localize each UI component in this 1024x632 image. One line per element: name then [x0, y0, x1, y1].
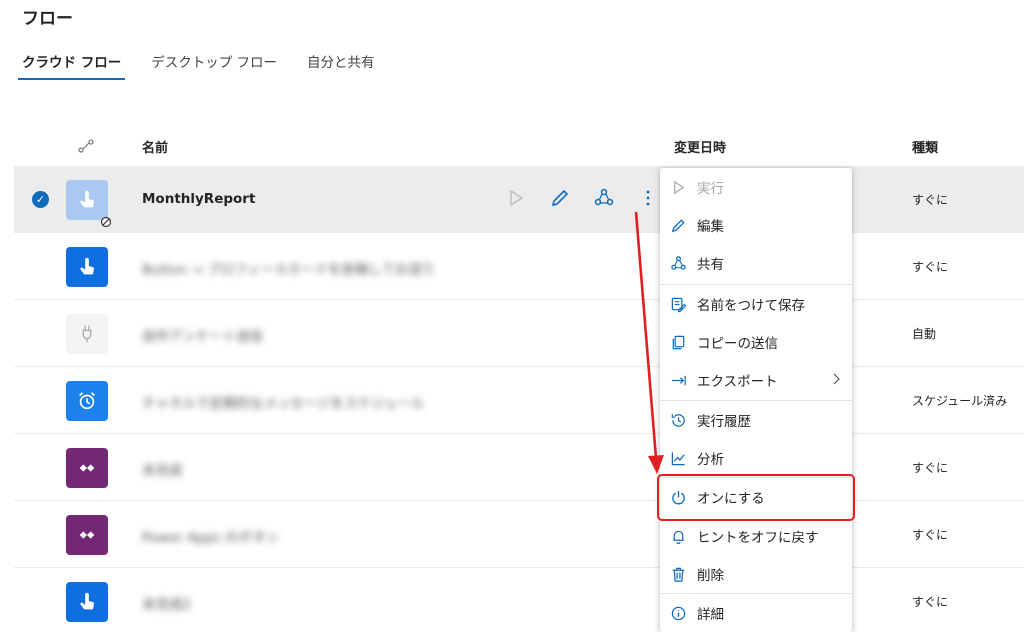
row-checkbox[interactable]: ✓ — [32, 191, 49, 208]
pencil-icon — [669, 216, 687, 234]
disabled-icon — [100, 213, 112, 228]
table-row[interactable]: 自作アンケート送信 自動 — [14, 300, 1024, 367]
column-header-name[interactable]: 名前 — [142, 137, 168, 156]
chevron-right-icon — [830, 372, 842, 386]
pencil-icon[interactable] — [548, 186, 572, 210]
table-row[interactable]: 未完成 すぐに — [14, 434, 1024, 501]
flow-type: すぐに — [912, 461, 949, 475]
history-icon — [669, 411, 687, 429]
table-row[interactable]: Button → プロフィールカードを投稿してお送り すぐに — [14, 233, 1024, 300]
flow-name[interactable]: チャネルで定期的なメッセージをスケジュール — [142, 392, 424, 412]
row-actions — [504, 186, 660, 210]
bell-icon — [669, 527, 687, 545]
flow-name[interactable]: 未完成 — [142, 459, 183, 479]
menu-item-analytics[interactable]: 分析 — [660, 439, 852, 477]
highlight-box — [657, 474, 855, 521]
flow-name[interactable]: MonthlyReport — [142, 191, 255, 207]
menu-item-share[interactable]: 共有 — [660, 244, 852, 282]
menu-item-send-copy[interactable]: コピーの送信 — [660, 323, 852, 361]
table-header: 名前 変更日時 種類 — [14, 128, 1024, 166]
table-row[interactable]: 未完成2 すぐに — [14, 568, 1024, 632]
flow-name[interactable]: Power Apps のボタン — [142, 526, 279, 546]
menu-item-save-as[interactable]: 名前をつけて保存 — [660, 285, 852, 323]
power-apps-icon — [66, 448, 108, 488]
export-icon — [669, 371, 687, 389]
flow-type: すぐに — [912, 260, 949, 274]
share-icon[interactable] — [592, 186, 616, 210]
flows-table: 名前 変更日時 種類 ✓ MonthlyReport すぐに Button → … — [14, 128, 1024, 632]
flow-name[interactable]: 自作アンケート送信 — [142, 325, 263, 345]
power-apps-icon — [66, 515, 108, 555]
tab-bar: クラウド フロー デスクトップ フロー 自分と共有 — [18, 52, 401, 84]
save-as-icon — [669, 295, 687, 313]
plug-icon — [66, 314, 108, 354]
play-icon — [669, 178, 687, 196]
menu-item-details[interactable]: 詳細 — [660, 594, 852, 632]
column-header-type[interactable]: 種類 — [912, 137, 938, 156]
flow-type: すぐに — [912, 193, 949, 207]
info-icon — [669, 604, 687, 622]
tab-cloud-flows[interactable]: クラウド フロー — [18, 52, 126, 80]
menu-item-run[interactable]: 実行 — [660, 168, 852, 206]
share-icon — [669, 254, 687, 272]
page-title: フロー — [22, 9, 73, 29]
table-row[interactable]: Power Apps のボタン すぐに — [14, 501, 1024, 568]
flow-type: スケジュール済み — [912, 394, 1008, 408]
copy-icon — [669, 333, 687, 351]
menu-item-run-history[interactable]: 実行履歴 — [660, 401, 852, 439]
menu-item-reset-hints[interactable]: ヒントをオフに戻す — [660, 517, 852, 555]
menu-item-export[interactable]: エクスポート — [660, 361, 852, 399]
menu-item-edit[interactable]: 編集 — [660, 206, 852, 244]
tab-shared-with-me[interactable]: 自分と共有 — [303, 52, 379, 80]
flow-type: 自動 — [912, 327, 937, 341]
alarm-icon — [66, 381, 108, 421]
table-row[interactable]: チャネルで定期的なメッセージをスケジュール スケジュール済み — [14, 367, 1024, 434]
tab-desktop-flows[interactable]: デスクトップ フロー — [147, 52, 281, 80]
touch-icon — [66, 582, 108, 622]
analytics-icon — [669, 449, 687, 467]
flow-type-icon — [78, 138, 94, 154]
trash-icon — [669, 565, 687, 583]
flow-type: すぐに — [912, 595, 949, 609]
column-header-modified[interactable]: 変更日時 — [674, 137, 726, 156]
flow-name[interactable]: 未完成2 — [142, 593, 191, 613]
touch-icon — [66, 247, 108, 287]
flow-type: すぐに — [912, 528, 949, 542]
flow-name[interactable]: Button → プロフィールカードを投稿してお送り — [142, 258, 435, 278]
menu-item-delete[interactable]: 削除 — [660, 555, 852, 593]
play-icon[interactable] — [504, 186, 528, 210]
context-menu: 実行 編集 共有 名前をつけて保存 コピーの送信 エクスポート 実行履歴 分析 … — [660, 168, 852, 632]
table-row[interactable]: ✓ MonthlyReport すぐに — [14, 166, 1024, 233]
more-options-icon[interactable] — [636, 186, 660, 210]
